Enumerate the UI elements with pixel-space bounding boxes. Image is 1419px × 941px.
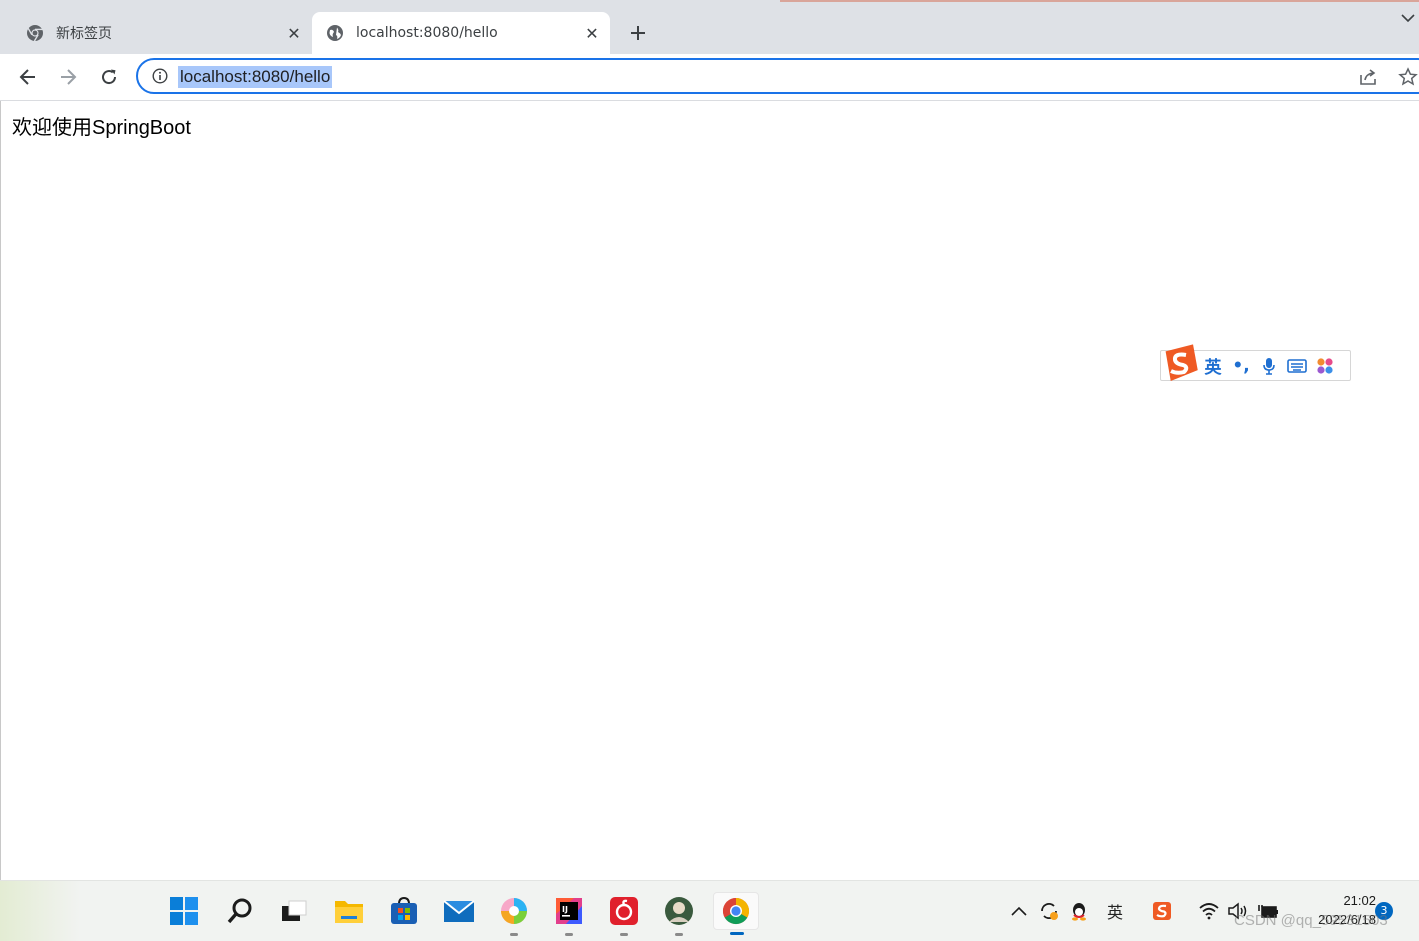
sogou-ime-toolbar: 英 •, [1160, 343, 1351, 381]
window-edge [780, 0, 1419, 2]
tab-strip: 新标签页 ✕ localhost:8080/hello ✕ [0, 0, 1419, 54]
search-icon[interactable] [221, 892, 259, 930]
task-view-icon[interactable] [275, 892, 313, 930]
welcome-text: 欢迎使用SpringBoot [12, 117, 191, 139]
tab-title: 新标签页 [56, 26, 112, 42]
running-indicator [565, 933, 573, 936]
browser-toolbar: localhost:8080/hello [0, 54, 1419, 101]
address-url-text[interactable]: localhost:8080/hello [178, 66, 333, 88]
netease-music-icon[interactable] [605, 892, 643, 936]
site-info-icon[interactable] [152, 68, 168, 84]
ime-mode-label[interactable]: 英 [1199, 353, 1227, 378]
intellij-icon[interactable]: IJ [550, 892, 588, 936]
sogou-tray-icon[interactable] [1150, 899, 1174, 923]
tab-new-tab[interactable]: 新标签页 ✕ [12, 12, 312, 54]
tab-close-icon[interactable]: ✕ [282, 21, 306, 45]
sync-icon[interactable] [1037, 899, 1061, 923]
wifi-icon[interactable] [1197, 899, 1221, 923]
file-explorer-icon[interactable] [330, 892, 368, 930]
clock-time: 21:02 [1343, 893, 1376, 908]
running-indicator [620, 933, 628, 936]
tab-close-icon[interactable]: ✕ [580, 21, 604, 45]
sogou-logo-icon[interactable] [1159, 343, 1199, 384]
start-icon[interactable] [165, 892, 203, 930]
running-indicator [675, 933, 683, 936]
new-tab-plus-icon[interactable] [624, 19, 652, 47]
page-content: 欢迎使用SpringBoot [0, 101, 1419, 880]
watermark-text: CSDN @qq_59531503 [1234, 912, 1388, 929]
tray-overflow-chevron-icon[interactable] [1007, 899, 1031, 923]
chrome-icon[interactable] [713, 892, 759, 935]
mail-icon[interactable] [440, 892, 478, 930]
tab-title: localhost:8080/hello [356, 25, 498, 41]
address-bar[interactable]: localhost:8080/hello [136, 58, 1419, 94]
photos-icon[interactable] [495, 892, 533, 936]
running-indicator [510, 933, 518, 936]
active-app-indicator [730, 932, 744, 935]
tab-localhost-hello[interactable]: localhost:8080/hello ✕ [312, 12, 610, 54]
taskbar-edge [0, 881, 80, 941]
apps-icon[interactable] [1311, 357, 1339, 375]
store-icon[interactable] [385, 892, 423, 930]
share-icon[interactable] [1358, 67, 1378, 87]
svg-text:IJ: IJ [562, 905, 568, 914]
keyboard-icon[interactable] [1283, 358, 1311, 373]
back-arrow-icon[interactable] [14, 63, 42, 91]
chrome-favicon-icon [26, 24, 44, 42]
ime-punctuation-label[interactable]: •, [1227, 356, 1255, 376]
reload-icon[interactable] [95, 63, 123, 91]
ime-tray-label[interactable]: 英 [1103, 899, 1127, 923]
forward-arrow-icon[interactable] [54, 63, 82, 91]
qq-icon[interactable] [1067, 899, 1091, 923]
avatar-app-icon[interactable] [660, 892, 698, 936]
microphone-icon[interactable] [1255, 357, 1283, 375]
bookmark-star-icon[interactable] [1398, 67, 1418, 87]
windows-taskbar: IJ 英 21:02 2022/6/18 3 CSDN @qq_59531503 [0, 880, 1419, 941]
globe-favicon-icon [326, 24, 344, 42]
tab-search-chevron-icon[interactable] [1400, 8, 1416, 28]
